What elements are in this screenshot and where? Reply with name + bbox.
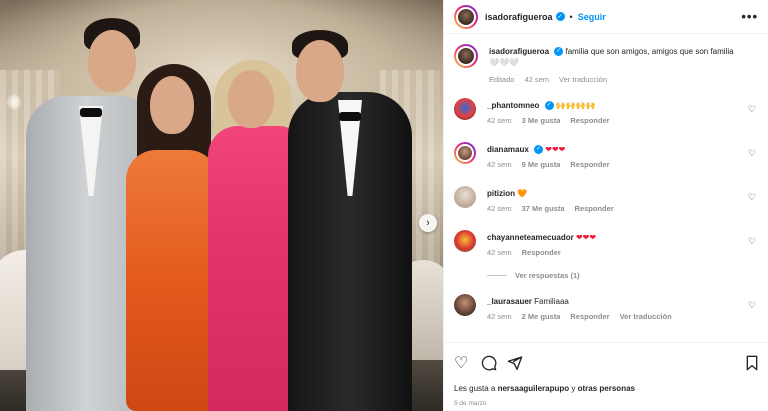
likes-suffix: y bbox=[569, 384, 578, 393]
comment-time[interactable]: 42 sem bbox=[487, 248, 512, 257]
bowtie bbox=[80, 108, 102, 117]
save-bookmark-icon[interactable] bbox=[745, 355, 759, 376]
avatar[interactable] bbox=[454, 186, 476, 208]
comment-likes[interactable]: 2 Me gusta bbox=[522, 312, 561, 321]
share-send-icon[interactable] bbox=[507, 355, 523, 376]
verified-badge-icon: ✓ bbox=[555, 12, 565, 21]
comment: _phantomneo ✓ 🙌🙌🙌🙌 42 sem 3 Me gusta Respo… bbox=[454, 98, 759, 134]
view-replies-label: Ver respuestas (1) bbox=[515, 271, 580, 280]
comment-body: Familiaaa bbox=[534, 297, 569, 306]
post-header: isadorafigueroa ✓ • Seguir ••• bbox=[444, 0, 768, 34]
post-side-panel: isadorafigueroa ✓ • Seguir ••• isadorafi… bbox=[443, 0, 768, 411]
like-comment-heart-icon[interactable]: ♡ bbox=[748, 300, 756, 311]
person-4 bbox=[288, 92, 412, 411]
like-comment-heart-icon[interactable]: ♡ bbox=[748, 148, 756, 159]
edited-label: Editado bbox=[489, 75, 515, 84]
other-likers-link[interactable]: otras personas bbox=[578, 384, 635, 393]
face bbox=[150, 76, 194, 134]
likes-prefix: Les gusta a bbox=[454, 384, 498, 393]
reply-button[interactable]: Responder bbox=[570, 116, 609, 125]
comment-username[interactable]: _laurasauer bbox=[487, 297, 532, 306]
like-comment-heart-icon[interactable]: ♡ bbox=[748, 236, 756, 247]
post-actions: ♡ Les gusta a nersaaguilerapupo y otras … bbox=[444, 342, 768, 411]
like-heart-icon[interactable]: ♡ bbox=[454, 355, 468, 373]
post-date[interactable]: 5 de marzo bbox=[454, 400, 487, 407]
comment-meta: 42 sem 37 Me gusta Responder bbox=[487, 204, 624, 213]
face bbox=[88, 30, 136, 92]
face bbox=[296, 40, 344, 102]
like-comment-heart-icon[interactable]: ♡ bbox=[748, 104, 756, 115]
caption-meta: Editado 42 sem Ver traducción bbox=[489, 75, 617, 84]
liker-username[interactable]: nersaaguilerapupo bbox=[498, 384, 570, 393]
face bbox=[228, 70, 274, 128]
comment-likes[interactable]: 37 Me gusta bbox=[522, 204, 565, 213]
comment: pitizion 🧡 42 sem 37 Me gusta Responder ♡ bbox=[454, 186, 759, 222]
comments-list[interactable]: isadorafigueroa ✓ familia que son amigos… bbox=[444, 34, 768, 342]
avatar[interactable] bbox=[454, 4, 478, 29]
header-username[interactable]: isadorafigueroa bbox=[485, 12, 553, 22]
avatar[interactable] bbox=[454, 294, 476, 316]
comment: _laurasauer Familiaaa 42 sem 2 Me gusta Re… bbox=[454, 294, 759, 330]
verified-badge-icon: ✓ bbox=[534, 145, 544, 155]
like-comment-heart-icon[interactable]: ♡ bbox=[748, 192, 756, 203]
reply-button[interactable]: Responder bbox=[570, 312, 609, 321]
verified-badge-icon: ✓ bbox=[554, 47, 564, 57]
person-2 bbox=[126, 150, 218, 411]
replies-divider bbox=[487, 275, 507, 276]
avatar[interactable] bbox=[454, 44, 478, 68]
chevron-right-icon: › bbox=[426, 217, 430, 229]
comment-body: ❤❤❤ bbox=[575, 233, 597, 242]
avatar[interactable] bbox=[454, 230, 476, 252]
comment-bubble-icon[interactable] bbox=[481, 355, 497, 376]
caption-username[interactable]: isadorafigueroa bbox=[489, 47, 549, 56]
comment-username[interactable]: pitizion bbox=[487, 189, 515, 198]
comment-username[interactable]: _phantomneo bbox=[487, 101, 539, 110]
follow-button[interactable]: Seguir bbox=[578, 12, 606, 22]
comment: chayanneteamecuador ❤❤❤ 42 sem Responder … bbox=[454, 230, 759, 286]
next-photo-button[interactable]: › bbox=[419, 214, 437, 232]
comment-text: pitizion 🧡 bbox=[487, 188, 737, 199]
see-translation-link[interactable]: Ver traducción bbox=[559, 75, 607, 84]
comment-text: chayanneteamecuador ❤❤❤ bbox=[487, 232, 737, 243]
view-replies-button[interactable]: Ver respuestas (1) bbox=[487, 271, 580, 280]
comment-time[interactable]: 42 sem bbox=[487, 312, 512, 321]
comment-meta: 42 sem 2 Me gusta Responder Ver traducción bbox=[487, 312, 682, 321]
comment-meta: 42 sem Responder bbox=[487, 248, 571, 257]
comment-likes[interactable]: 9 Me gusta bbox=[522, 160, 561, 169]
caption-text: isadorafigueroa ✓ familia que son amigos… bbox=[489, 46, 739, 68]
verified-badge-icon: ✓ bbox=[544, 101, 554, 111]
caption: isadorafigueroa ✓ familia que son amigos… bbox=[454, 44, 759, 88]
comment-meta: 42 sem 9 Me gusta Responder bbox=[487, 160, 620, 169]
comment-body: 🙌🙌🙌🙌 bbox=[555, 101, 596, 110]
reply-button[interactable]: Responder bbox=[575, 204, 614, 213]
comment-text: _laurasauer Familiaaa bbox=[487, 296, 737, 307]
reply-button[interactable]: Responder bbox=[570, 160, 609, 169]
comment-time[interactable]: 42 sem bbox=[487, 204, 512, 213]
comment-username[interactable]: dianamaux bbox=[487, 145, 529, 154]
caption-time[interactable]: 42 sem bbox=[524, 75, 549, 84]
more-options-icon[interactable]: ••• bbox=[741, 9, 758, 24]
comment-username[interactable]: chayanneteamecuador bbox=[487, 233, 574, 242]
comment-likes[interactable]: 3 Me gusta bbox=[522, 116, 561, 125]
separator: • bbox=[569, 11, 573, 22]
comment-body: 🧡 bbox=[517, 189, 528, 198]
reply-button[interactable]: Responder bbox=[522, 248, 561, 257]
bowtie bbox=[339, 112, 361, 121]
comment-time[interactable]: 42 sem bbox=[487, 116, 512, 125]
comment-text: dianamaux ✓ ❤❤❤ bbox=[487, 144, 737, 155]
avatar[interactable] bbox=[454, 98, 476, 120]
post-photo[interactable]: › bbox=[0, 0, 443, 411]
comment-text: _phantomneo ✓ 🙌🙌🙌🙌 bbox=[487, 100, 737, 111]
comment: dianamaux ✓ ❤❤❤ 42 sem 9 Me gusta Responde… bbox=[454, 142, 759, 178]
see-translation-link[interactable]: Ver traducción bbox=[620, 312, 672, 321]
likes-summary: Les gusta a nersaaguilerapupo y otras pe… bbox=[454, 384, 635, 393]
shirt bbox=[79, 106, 103, 196]
comment-body: ❤❤❤ bbox=[545, 145, 566, 154]
avatar[interactable] bbox=[454, 142, 476, 164]
comment-time[interactable]: 42 sem bbox=[487, 160, 512, 169]
comment-meta: 42 sem 3 Me gusta Responder bbox=[487, 116, 620, 125]
action-bar: ♡ bbox=[454, 355, 759, 373]
